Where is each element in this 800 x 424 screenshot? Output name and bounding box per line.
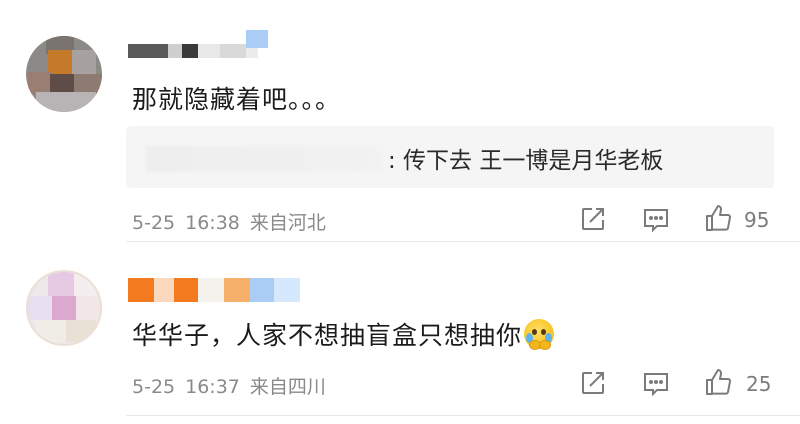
comment-location: 来自河北 <box>249 212 326 234</box>
comment-item: 那就隐藏着吧。。。 : 传下去 王一博是月华老板 5-25 16:38 来自河北 9… <box>0 0 800 242</box>
quoted-reply[interactable]: : 传下去 王一博是月华老板 <box>126 126 774 188</box>
comment-text: 那就隐藏着吧。。。 <box>132 85 342 114</box>
comment-text: 华华子，人家不想抽盲盒只想抽你 <box>132 316 555 352</box>
like-button[interactable] <box>704 203 734 237</box>
like-count: 95 <box>744 208 770 232</box>
thumbs-up-icon <box>706 369 732 395</box>
divider <box>126 415 800 416</box>
comment-item: 华华子，人家不想抽盲盒只想抽你 5-25 16:37 来自四川 25 <box>0 242 800 424</box>
reply-button[interactable] <box>642 207 670 237</box>
quoted-username-blurred <box>146 146 382 172</box>
share-icon <box>582 372 604 394</box>
comment-time: 16:37 <box>185 376 240 398</box>
comment-meta: 5-25 16:38 来自河北 <box>132 208 336 235</box>
comment-location: 来自四川 <box>249 376 326 398</box>
like-count: 25 <box>746 372 772 396</box>
comment-icon <box>644 209 668 233</box>
reply-button[interactable] <box>642 371 670 401</box>
comment-date: 5-25 <box>132 212 176 234</box>
quoted-reply-text: : 传下去 王一博是月华老板 <box>388 148 664 174</box>
share-button[interactable] <box>580 206 606 236</box>
comment-text-content: 华华子，人家不想抽盲盒只想抽你 <box>132 321 523 350</box>
thumbs-up-icon <box>706 205 732 231</box>
avatar[interactable] <box>26 270 102 346</box>
crying-face-emoji <box>524 319 555 350</box>
avatar[interactable] <box>26 36 102 112</box>
comment-date: 5-25 <box>132 376 176 398</box>
comment-meta: 5-25 16:37 来自四川 <box>132 372 336 399</box>
share-icon <box>582 208 604 230</box>
share-button[interactable] <box>580 370 606 400</box>
comment-time: 16:38 <box>185 212 240 234</box>
comment-icon <box>644 373 668 397</box>
username[interactable] <box>128 270 308 302</box>
like-button[interactable] <box>704 367 734 401</box>
username[interactable] <box>128 28 318 58</box>
